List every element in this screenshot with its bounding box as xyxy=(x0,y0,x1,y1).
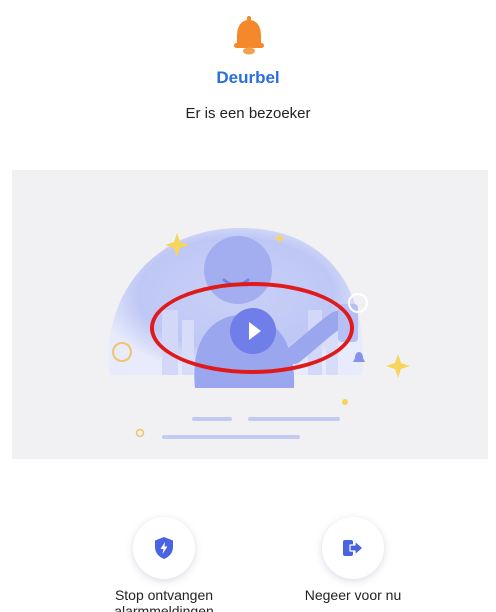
play-button[interactable] xyxy=(230,308,276,354)
doorbell-alert-screen: Deurbel Er is een bezoeker Stop ontvange… xyxy=(0,0,496,612)
exit-arrow-icon xyxy=(343,540,364,556)
ignore-for-now-button[interactable]: Negeer voor nu xyxy=(273,517,433,603)
stop-alarm-label: Stop ontvangen alarmmeldingen xyxy=(84,587,244,612)
page-title: Deurbel xyxy=(216,68,280,87)
stop-alarm-notifications-button[interactable]: Stop ontvangen alarmmeldingen xyxy=(84,517,244,612)
ignore-label: Negeer voor nu xyxy=(304,587,402,603)
stop-alarm-icon-circle xyxy=(133,517,195,579)
stop-alarm-label-line1: Stop ontvangen xyxy=(114,587,214,603)
page-subtitle: Er is een bezoeker xyxy=(185,105,311,122)
play-icon xyxy=(249,322,261,340)
bell-icon xyxy=(234,16,264,55)
ignore-icon-circle xyxy=(322,517,384,579)
stop-alarm-label-line2: alarmmeldingen xyxy=(114,603,214,612)
shield-bolt-icon xyxy=(155,537,173,559)
